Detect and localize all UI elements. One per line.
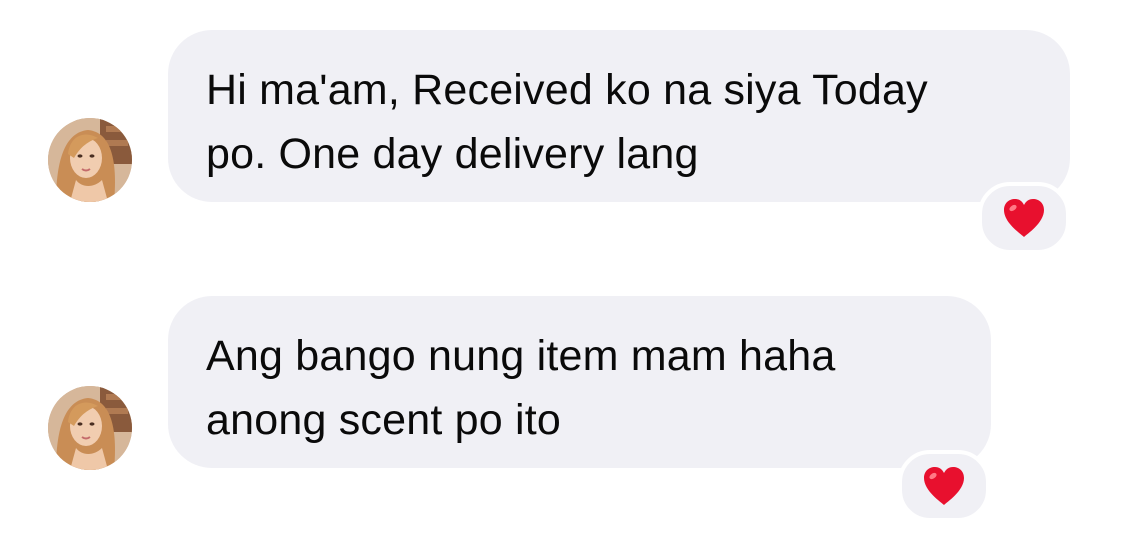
sender-avatar[interactable] [48,386,132,470]
red-heart-icon [1004,199,1044,237]
avatar-photo-icon [48,386,132,470]
message-row: Ang bango nung item mam haha anong scent… [0,296,1127,526]
message-row: Hi ma'am, Received ko na siya Today po. … [0,30,1127,260]
avatar-photo-icon [48,118,132,202]
message-reaction[interactable] [898,450,990,522]
red-heart-icon [924,467,964,505]
message-bubble[interactable]: Hi ma'am, Received ko na siya Today po. … [168,30,1070,202]
message-reaction[interactable] [978,182,1070,254]
message-text: Ang bango nung item mam haha anong scent… [206,332,836,444]
message-text: Hi ma'am, Received ko na siya Today po. … [206,66,928,178]
sender-avatar[interactable] [48,118,132,202]
message-thread: Hi ma'am, Received ko na siya Today po. … [0,0,1127,545]
message-bubble[interactable]: Ang bango nung item mam haha anong scent… [168,296,991,468]
